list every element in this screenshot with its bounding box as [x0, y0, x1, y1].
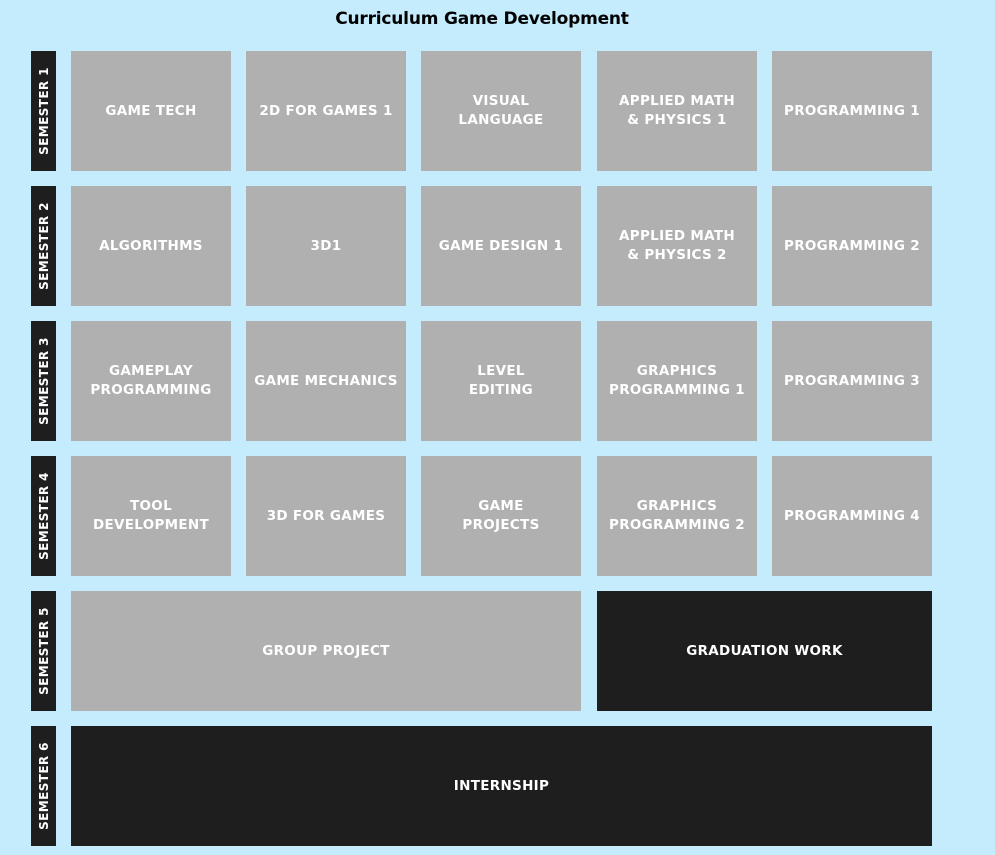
semester-label-2: SEMESTER 2 — [31, 186, 56, 306]
course-game-projects: GAME PROJECTS — [421, 456, 581, 576]
page-title: Curriculum Game Development — [335, 9, 629, 29]
semester-label-1: SEMESTER 1 — [31, 51, 56, 171]
course-programming-4: PROGRAMMING 4 — [772, 456, 932, 576]
semester-label-5: SEMESTER 5 — [31, 591, 56, 711]
course-graphics-programming-2: GRAPHICS PROGRAMMING 2 — [597, 456, 757, 576]
course-programming-3: PROGRAMMING 3 — [772, 321, 932, 441]
course-game-mechanics: GAME MECHANICS — [246, 321, 406, 441]
semester-label-text: SEMESTER 1 — [36, 67, 51, 155]
semester-label-text: SEMESTER 5 — [36, 607, 51, 695]
course-programming-2: PROGRAMMING 2 — [772, 186, 932, 306]
semester-label-text: SEMESTER 2 — [36, 202, 51, 290]
course-programming-1: PROGRAMMING 1 — [772, 51, 932, 171]
course-visual-language: VISUAL LANGUAGE — [421, 51, 581, 171]
semester-label-4: SEMESTER 4 — [31, 456, 56, 576]
course-group-project: GROUP PROJECT — [71, 591, 581, 711]
course-applied-math-physics-1: APPLIED MATH & PHYSICS 1 — [597, 51, 757, 171]
course-game-tech: GAME TECH — [71, 51, 231, 171]
course-internship: INTERNSHIP — [71, 726, 932, 846]
course-gameplay-programming: GAMEPLAY PROGRAMMING — [71, 321, 231, 441]
course-game-design-1: GAME DESIGN 1 — [421, 186, 581, 306]
course-applied-math-physics-2: APPLIED MATH & PHYSICS 2 — [597, 186, 757, 306]
course-3d1: 3D1 — [246, 186, 406, 306]
course-algorithms: ALGORITHMS — [71, 186, 231, 306]
semester-label-text: SEMESTER 6 — [36, 742, 51, 830]
course-2d-for-games-1: 2D FOR GAMES 1 — [246, 51, 406, 171]
course-graduation-work: GRADUATION WORK — [597, 591, 932, 711]
course-graphics-programming-1: GRAPHICS PROGRAMMING 1 — [597, 321, 757, 441]
semester-label-text: SEMESTER 3 — [36, 337, 51, 425]
semester-label-6: SEMESTER 6 — [31, 726, 56, 846]
course-3d-for-games: 3D FOR GAMES — [246, 456, 406, 576]
semester-label-3: SEMESTER 3 — [31, 321, 56, 441]
course-level-editing: LEVEL EDITING — [421, 321, 581, 441]
course-tool-development: TOOL DEVELOPMENT — [71, 456, 231, 576]
semester-label-text: SEMESTER 4 — [36, 472, 51, 560]
